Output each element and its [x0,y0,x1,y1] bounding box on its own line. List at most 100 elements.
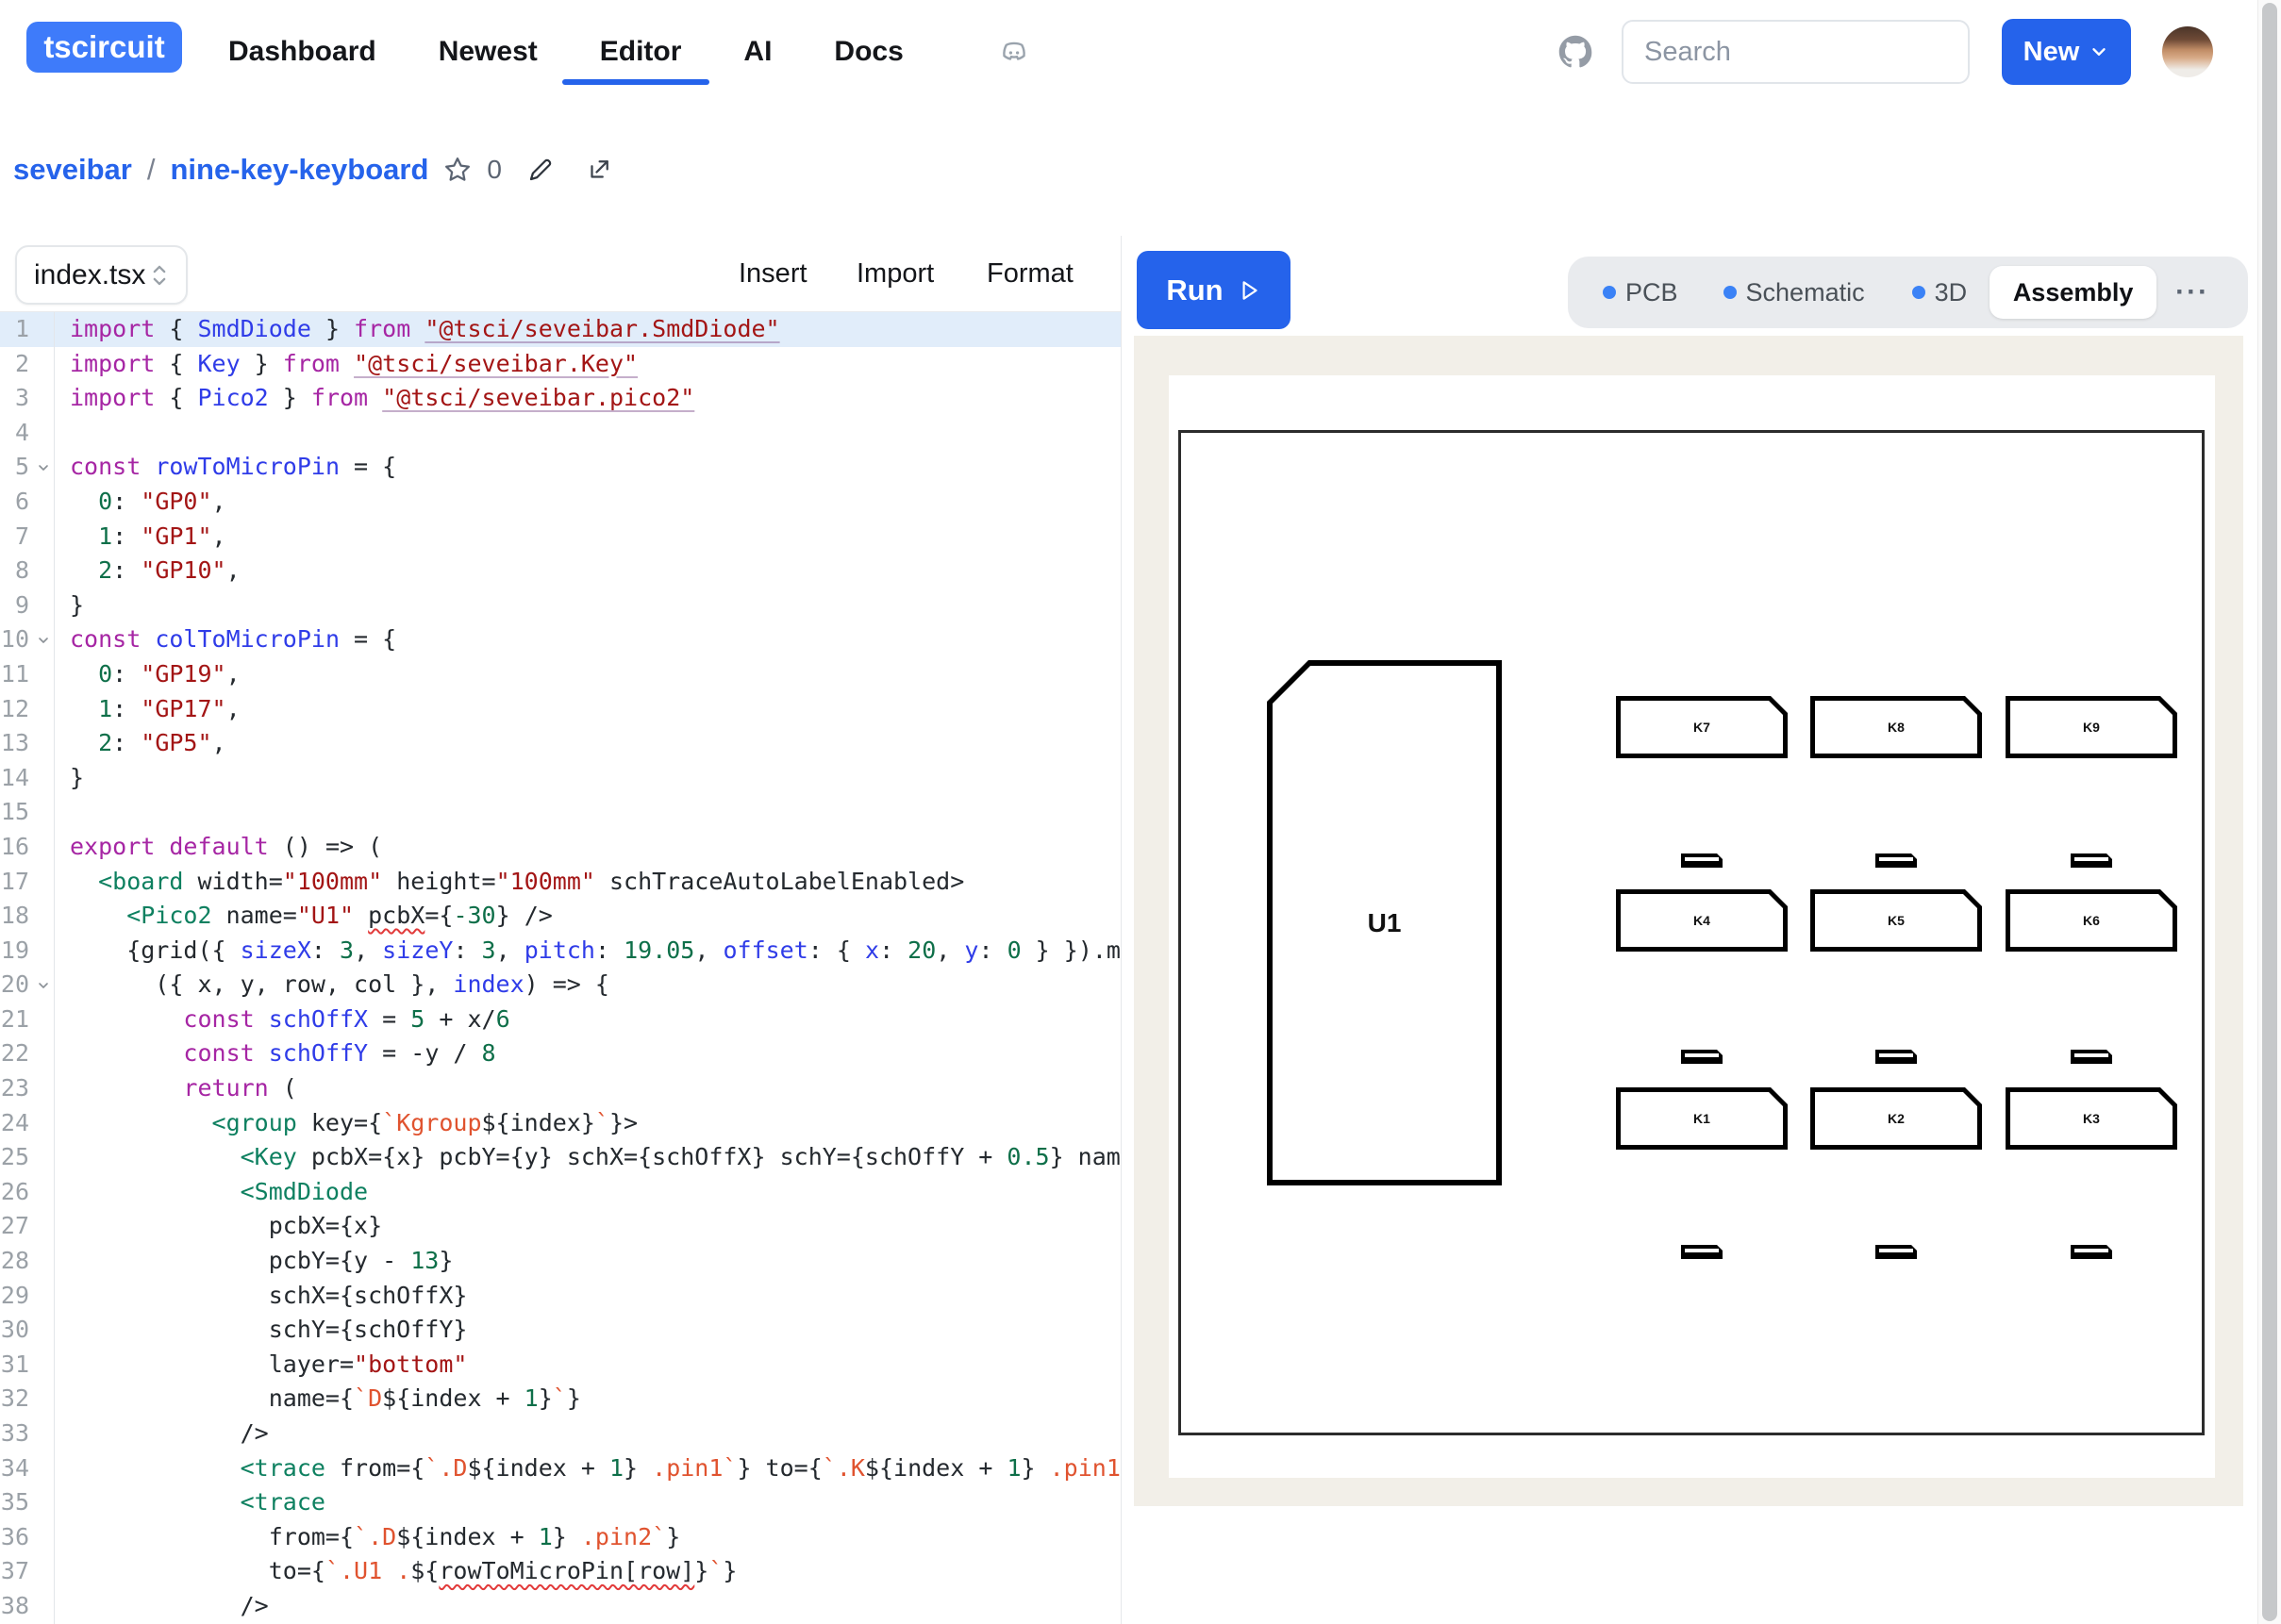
fold-chevron-icon[interactable] [33,461,54,474]
code-line: 10const colToMicroPin = { [0,622,1121,657]
line-number: 38 [0,1589,33,1624]
smd-diode [2071,853,2112,868]
code-line: 28 pcbY={y - 13} [0,1244,1121,1279]
search-input[interactable] [1622,20,1970,84]
scrollbar-thumb[interactable] [2262,3,2277,1621]
code-text: <trace from={`.D${index + 1} .pin1`} to=… [54,1451,1121,1486]
tscircuit-logo[interactable]: tscircuit [26,22,182,73]
play-icon [1237,278,1261,303]
nav-item-ai[interactable]: AI [743,36,772,68]
code-text [54,416,70,451]
code-text: 0: "GP0", [54,485,226,520]
code-text: pcbX={x} [54,1209,382,1244]
tab-3d[interactable]: 3D [1912,278,1968,307]
view-tabs: PCB Schematic 3D Assembly ··· [1568,257,2248,328]
run-button-label: Run [1166,273,1223,307]
github-icon[interactable] [1558,35,1592,69]
breadcrumb-owner-link[interactable]: seveibar [13,153,132,187]
line-number: 33 [0,1417,33,1451]
line-number: 13 [0,726,33,761]
tab-pcb[interactable]: PCB [1603,278,1678,307]
key-label: K3 [2083,1111,2100,1126]
line-number: 32 [0,1382,33,1417]
insert-menu[interactable]: Insert [733,236,813,311]
code-text: schY={schOffY} [54,1313,467,1348]
star-count: 0 [487,155,502,185]
line-number: 1 [0,312,33,347]
nav-item-dashboard[interactable]: Dashboard [228,36,376,68]
fold-chevron-icon[interactable] [33,634,54,647]
breadcrumb-project-link[interactable]: nine-key-keyboard [170,153,428,187]
code-text [54,795,70,830]
code-line: 35 <trace [0,1485,1121,1520]
import-menu[interactable]: Import [851,236,940,311]
user-avatar[interactable] [2162,26,2213,77]
tab-schematic[interactable]: Schematic [1723,278,1865,307]
key-k7: K7 [1616,696,1788,758]
run-button[interactable]: Run [1137,251,1290,329]
star-icon[interactable] [443,156,472,184]
tab-schematic-label: Schematic [1746,278,1865,307]
share-arrow-icon[interactable] [585,156,613,184]
code-text: import { Pico2 } from "@tsci/seveibar.pi… [54,381,694,416]
code-editor-content[interactable]: 1import { SmdDiode } from "@tsci/seveiba… [0,312,1121,1624]
key-label: K4 [1693,913,1710,928]
line-number: 36 [0,1520,33,1555]
key-k5: K5 [1810,889,1982,952]
file-selector[interactable]: index.tsx [15,245,188,305]
code-line: 7 1: "GP1", [0,520,1121,555]
code-text: <Key pcbX={x} pcbY={y} schX={schOffX} sc… [54,1140,1121,1175]
assembly-canvas[interactable]: U1 K7K8K9K4K5K6K1K2K3 [1169,375,2215,1478]
code-text: const schOffX = 5 + x/6 [54,1003,510,1037]
code-line: 19 {grid({ sizeX: 3, sizeY: 3, pitch: 19… [0,934,1121,969]
tab-assembly[interactable]: Assembly [1990,266,2156,319]
nav-item-newest[interactable]: Newest [439,36,538,68]
line-number: 7 [0,520,33,555]
code-text: export default () => ( [54,830,382,865]
code-line: 37 to={`.U1 .${rowToMicroPin[row]}`} [0,1554,1121,1589]
code-text: } [54,588,84,623]
code-line: 4 [0,416,1121,451]
line-number: 37 [0,1554,33,1589]
code-line: 24 <group key={`Kgroup${index}`}> [0,1106,1121,1141]
discord-icon[interactable] [997,36,1031,70]
code-text: layer="bottom" [54,1348,467,1383]
project-header-bar: seveibar / nine-key-keyboard 0 [0,104,2281,237]
nav-item-editor[interactable]: Editor [600,36,682,68]
code-line: 30 schY={schOffY} [0,1313,1121,1348]
smd-diode [1681,1050,1723,1064]
line-number: 21 [0,1003,33,1037]
tabs-overflow-icon[interactable]: ··· [2175,276,2209,308]
smd-diode [2071,1050,2112,1064]
code-line: 33 /> [0,1417,1121,1451]
code-line: 11 0: "GP19", [0,657,1121,692]
line-number: 25 [0,1140,33,1175]
smd-diode [2071,1245,2112,1259]
code-line: 36 from={`.D${index + 1} .pin2`} [0,1520,1121,1555]
code-text: to={`.U1 .${rowToMicroPin[row]}`} [54,1554,737,1589]
line-number: 30 [0,1313,33,1348]
line-number: 34 [0,1451,33,1486]
key-label: K8 [1888,720,1905,735]
format-menu[interactable]: Format [981,236,1079,311]
rename-pencil-icon[interactable] [526,156,555,184]
smd-diode [1681,1245,1723,1259]
fold-chevron-icon[interactable] [33,979,54,992]
code-line: 21 const schOffX = 5 + x/6 [0,1003,1121,1037]
code-text: pcbY={y - 13} [54,1244,453,1279]
line-number: 17 [0,865,33,900]
code-text: <board width="100mm" height="100mm" schT… [54,865,964,900]
nav-item-docs[interactable]: Docs [834,36,903,68]
code-text: import { Key } from "@tsci/seveibar.Key" [54,347,638,382]
line-number: 22 [0,1036,33,1071]
active-tab-underline [562,79,709,85]
code-text: schX={schOffX} [54,1279,467,1314]
tab-3d-label: 3D [1935,278,1968,307]
new-button[interactable]: New [2002,19,2131,85]
code-text: } [54,761,84,796]
code-line: 8 2: "GP10", [0,554,1121,588]
threed-dot-icon [1912,286,1925,299]
code-line: 22 const schOffY = -y / 8 [0,1036,1121,1071]
code-line: 31 layer="bottom" [0,1348,1121,1383]
key-k8: K8 [1810,696,1982,758]
